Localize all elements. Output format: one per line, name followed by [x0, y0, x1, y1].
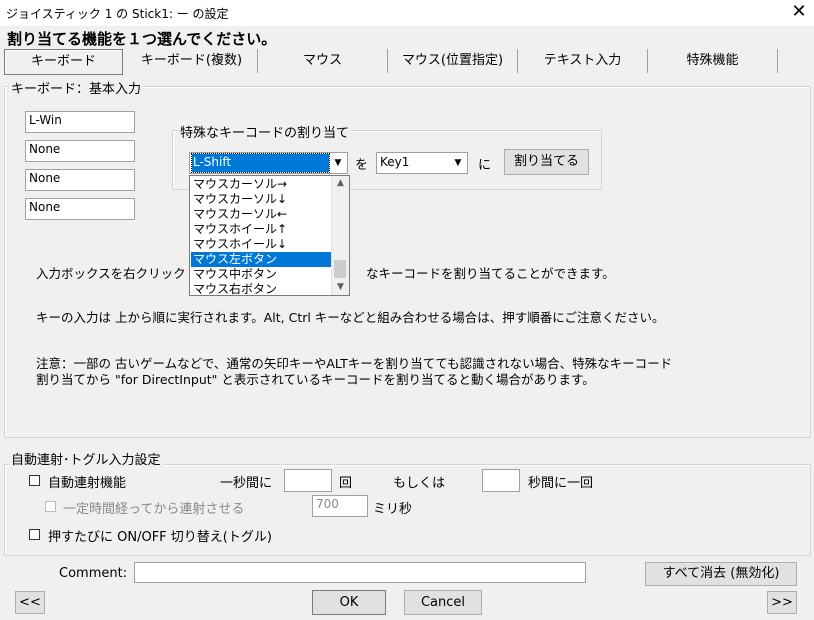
- key-input-2[interactable]: None: [25, 140, 135, 162]
- chevron-down-icon[interactable]: ▼: [330, 154, 346, 172]
- per-seconds-once-label: 秒間に一回: [528, 476, 594, 491]
- info-right-click-a: 入力ボックスを右クリック: [36, 266, 186, 281]
- per-second-label: 一秒間に: [220, 476, 273, 491]
- ni-label: に: [478, 158, 492, 173]
- list-item[interactable]: マウスホイール↓: [191, 237, 333, 252]
- delay-checkbox[interactable]: [45, 501, 56, 512]
- times-label: 回: [339, 476, 353, 491]
- key-input-3[interactable]: None: [25, 169, 135, 191]
- key-input-4[interactable]: None: [25, 198, 135, 220]
- note-line-2: 割り当てから "for DirectInput" と表示されているキーコードを割…: [36, 372, 595, 387]
- tab-keyboard-multi[interactable]: キーボード(複数): [127, 49, 256, 73]
- tab-mouse-position[interactable]: マウス(位置指定): [387, 49, 517, 73]
- chevron-down-icon[interactable]: ▼: [332, 280, 349, 295]
- list-item[interactable]: マウスカーソル→: [191, 177, 333, 192]
- keycode-select[interactable]: L-Shift ▼: [189, 152, 348, 174]
- seconds-input[interactable]: [482, 469, 520, 492]
- list-scrollbar[interactable]: ▲ ▼: [331, 176, 349, 295]
- tab-mouse[interactable]: マウス: [257, 49, 387, 73]
- ok-button[interactable]: OK: [312, 590, 386, 615]
- next-button[interactable]: >>: [767, 591, 797, 614]
- scrollbar-thumb[interactable]: [334, 260, 346, 278]
- tab-keyboard[interactable]: キーボード: [4, 49, 123, 75]
- comment-input[interactable]: [134, 562, 586, 583]
- toggle-label: 押すたびに ON/OFF 切り替え(トグル): [48, 530, 272, 545]
- autofire-label: 自動連射機能: [48, 476, 127, 491]
- window-title: ジョイスティック 1 の Stick1: ー の設定: [6, 7, 229, 21]
- chevron-up-icon[interactable]: ▲: [332, 176, 349, 191]
- info-right-click-b: なキーコードを割り当てることができます。: [366, 266, 615, 281]
- chevron-down-icon[interactable]: ▼: [450, 154, 466, 172]
- list-item[interactable]: マウス中ボタン: [191, 267, 333, 282]
- prev-button[interactable]: <<: [15, 591, 45, 614]
- special-keycode-legend: 特殊なキーコードの割り当て: [178, 122, 352, 141]
- ms-label: ミリ秒: [373, 502, 413, 517]
- target-key-select[interactable]: Key1 ▼: [376, 152, 468, 174]
- keycode-select-value: L-Shift: [191, 153, 330, 173]
- list-item[interactable]: マウスカーソル↓: [191, 192, 333, 207]
- delay-input[interactable]: 700: [312, 495, 368, 517]
- per-second-input[interactable]: [284, 469, 332, 492]
- keycode-dropdown-list[interactable]: マウスカーソル→ マウスカーソル↓ マウスカーソル← マウスホイール↑ マウスホ…: [189, 175, 350, 296]
- list-item[interactable]: マウスカーソル←: [191, 207, 333, 222]
- page-heading: 割り当てる機能を１つ選んでください。: [7, 30, 277, 48]
- target-key-value: Key1: [380, 155, 410, 169]
- toggle-checkbox[interactable]: [29, 529, 40, 540]
- autofire-group-legend: 自動連射･トグル入力設定: [9, 449, 163, 468]
- wo-label: を: [355, 158, 369, 173]
- tab-text-input[interactable]: テキスト入力: [517, 49, 647, 73]
- list-item-selected[interactable]: マウス左ボタン: [191, 252, 333, 267]
- comment-label: Comment:: [59, 566, 128, 581]
- tab-special[interactable]: 特殊機能: [647, 49, 778, 73]
- list-item[interactable]: マウス右ボタン: [191, 282, 333, 295]
- delay-label: 一定時間経ってから連射させる: [63, 502, 245, 517]
- autofire-checkbox[interactable]: [29, 475, 40, 486]
- or-label: もしくは: [393, 476, 446, 491]
- clear-all-button[interactable]: すべて消去 (無効化): [645, 562, 797, 586]
- key-input-1[interactable]: L-Win: [25, 111, 135, 133]
- list-item[interactable]: マウスホイール↑: [191, 222, 333, 237]
- assign-button[interactable]: 割り当てる: [504, 149, 589, 175]
- cancel-button[interactable]: Cancel: [404, 590, 482, 615]
- keyboard-group-legend: キーボード：基本入力: [9, 78, 144, 97]
- close-icon[interactable]: ✕: [789, 2, 809, 22]
- info-order: キーの入力は 上から順に実行されます。Alt, Ctrl キーなどと組み合わせる…: [36, 310, 665, 325]
